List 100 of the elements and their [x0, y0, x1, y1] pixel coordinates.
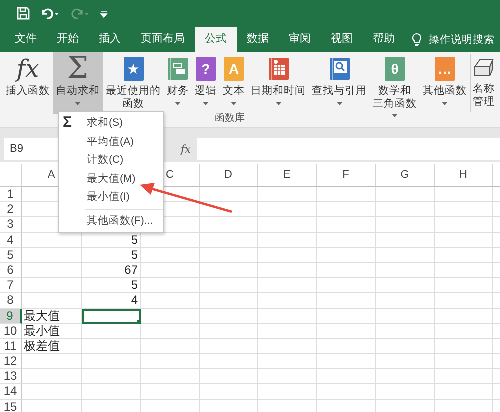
ribbon-tab[interactable]: 帮助: [363, 27, 405, 52]
ribbon-button[interactable]: 查找与引用: [309, 52, 370, 114]
table-cell: [141, 248, 200, 263]
menu-item[interactable]: 计数(C): [87, 153, 124, 168]
table-cell: [317, 293, 376, 308]
table-cell: [200, 262, 258, 278]
ribbon-tab[interactable]: 页面布局: [131, 27, 195, 52]
sigma-icon: Σ: [67, 54, 89, 84]
table-cell: [258, 369, 317, 384]
tell-me-search[interactable]: 操作说明搜索: [412, 27, 495, 52]
ribbon-button[interactable]: 名称 管理: [472, 52, 499, 114]
table-cell: [376, 202, 435, 218]
table-cell: [317, 202, 376, 218]
table-cell: [200, 338, 258, 354]
undo-icon[interactable]: [40, 7, 60, 20]
table-cell: [376, 369, 435, 384]
table-cell: [141, 369, 200, 384]
save-icon[interactable]: [17, 7, 30, 20]
table-cell: [376, 324, 435, 339]
menu-item[interactable]: 平均值(A): [87, 134, 134, 149]
ribbon-tab[interactable]: 插入: [89, 27, 131, 52]
table-cell: [200, 308, 258, 324]
table-cell: [258, 217, 317, 233]
table-cell: [200, 369, 258, 384]
ribbon-tab[interactable]: 视图: [321, 27, 363, 52]
row-header[interactable]: 4: [0, 232, 22, 248]
ribbon-button[interactable]: θ 数学和 三角函数: [370, 52, 420, 114]
row-header[interactable]: 15: [0, 400, 22, 412]
ribbon-tab[interactable]: 数据: [237, 27, 279, 52]
table-cell: [435, 293, 493, 308]
row-header[interactable]: 10: [0, 324, 22, 339]
column-header[interactable]: H: [435, 164, 493, 187]
table-cell: [317, 324, 376, 339]
ribbon-button[interactable]: A 文本: [220, 52, 248, 114]
ribbon-button[interactable]: fx 插入函数: [3, 52, 53, 114]
row-header[interactable]: 13: [0, 369, 22, 384]
table-cell: [376, 293, 435, 308]
table-cell: [317, 369, 376, 384]
ribbon-button[interactable]: Σ 自动求和: [53, 52, 103, 114]
table-cell: [258, 278, 317, 294]
table-cell: [200, 384, 258, 400]
menu-item[interactable]: 最大值(M): [87, 172, 136, 186]
menu-item[interactable]: 最小值(I): [87, 190, 130, 204]
ribbon-tab[interactable]: 文件: [5, 27, 47, 52]
row-header[interactable]: 6: [0, 262, 22, 278]
table-cell: [258, 384, 317, 400]
table-cell[interactable]: [82, 308, 141, 324]
table-cell: [376, 338, 435, 354]
table-cell: [200, 278, 258, 294]
table-cell: [435, 369, 493, 384]
row-header[interactable]: 3: [0, 217, 22, 233]
table-cell: [141, 338, 200, 354]
ribbon-button[interactable]: 财务: [164, 52, 192, 114]
table-cell: [317, 278, 376, 294]
row-header[interactable]: 7: [0, 278, 22, 294]
table-cell: [435, 308, 493, 324]
column-header[interactable]: G: [376, 164, 435, 187]
lightbulb-icon: [412, 32, 422, 46]
row-header[interactable]: 1: [0, 187, 22, 202]
function-icon: fx: [16, 54, 40, 84]
ribbon-button[interactable]: ? 逻辑: [192, 52, 220, 114]
table-cell: [435, 202, 493, 218]
table-cell: [200, 187, 258, 202]
table-cell: [317, 308, 376, 324]
table-cell: [258, 232, 317, 248]
table-cell: 最大值: [22, 308, 82, 324]
ribbon-tab[interactable]: 开始: [47, 27, 89, 52]
table-cell: [258, 248, 317, 263]
customize-icon[interactable]: [100, 10, 108, 18]
table-cell: 5: [82, 278, 141, 294]
table-cell: [258, 202, 317, 218]
table-cell: [258, 354, 317, 370]
row-header[interactable]: 9: [0, 308, 22, 324]
table-cell: [435, 248, 493, 263]
table-cell: [376, 278, 435, 294]
book-icon: ?: [196, 57, 216, 81]
table-cell: [435, 354, 493, 370]
table-cell: [376, 248, 435, 263]
row-header[interactable]: 5: [0, 248, 22, 263]
row-header[interactable]: 11: [0, 338, 22, 354]
ribbon-tab[interactable]: 公式: [195, 27, 237, 52]
row-header[interactable]: 2: [0, 202, 22, 218]
formula-input[interactable]: [197, 138, 500, 160]
insert-function-button[interactable]: fx: [175, 138, 197, 160]
book-icon: A: [224, 57, 244, 81]
row-header[interactable]: 14: [0, 384, 22, 400]
ribbon-button[interactable]: … 其他函数: [420, 52, 470, 114]
ribbon-tab[interactable]: 审阅: [279, 27, 321, 52]
ribbon-button[interactable]: 日期和时间: [248, 52, 309, 114]
row-header[interactable]: 12: [0, 354, 22, 370]
table-cell: [317, 217, 376, 233]
column-header[interactable]: D: [200, 164, 258, 187]
book-icon: ★: [124, 57, 144, 81]
table-cell: [141, 278, 200, 294]
column-header[interactable]: E: [258, 164, 317, 187]
menu-item[interactable]: 求和(S): [87, 116, 123, 130]
table-cell: [435, 187, 493, 202]
menu-item[interactable]: 其他函数(F)...: [87, 214, 154, 228]
column-header[interactable]: F: [317, 164, 376, 187]
table-cell: [200, 202, 258, 218]
